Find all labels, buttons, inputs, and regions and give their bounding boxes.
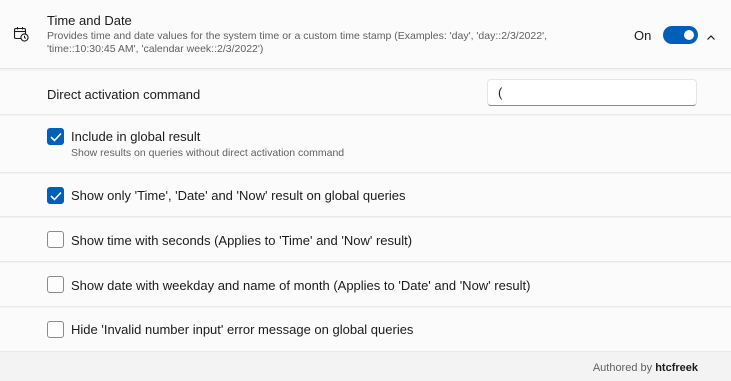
author-credit: Authored by htcfreek	[593, 362, 698, 374]
activation-command-input[interactable]	[487, 79, 697, 106]
only-time-date-now-label: Show only 'Time', 'Date' and 'Now' resul…	[71, 188, 406, 203]
activation-command-row: Direct activation command	[0, 71, 731, 115]
time-seconds-label: Show time with seconds (Applies to 'Time…	[71, 233, 413, 248]
hide-invalid-label: Hide 'Invalid number input' error messag…	[71, 322, 414, 337]
include-global-label: Include in global result	[71, 129, 201, 144]
time-seconds-checkbox[interactable]	[47, 231, 64, 248]
date-weekday-label: Show date with weekday and name of month…	[71, 278, 531, 293]
plugin-title: Time and Date	[47, 13, 132, 28]
calendar-clock-icon	[13, 26, 29, 42]
activation-command-label: Direct activation command	[47, 87, 201, 102]
plugin-header[interactable]: Time and Date Provides time and date val…	[0, 0, 731, 69]
toggle-knob	[684, 30, 694, 40]
option-row-only-time-date-now[interactable]: Show only 'Time', 'Date' and 'Now' resul…	[0, 174, 731, 217]
enable-toggle-label: On	[634, 28, 652, 43]
chevron-up-icon[interactable]	[706, 30, 716, 40]
include-global-sub: Show results on queries without direct a…	[71, 147, 345, 159]
authored-by-prefix: Authored by	[592, 362, 653, 374]
plugin-description: Provides time and date values for the sy…	[47, 30, 547, 55]
hide-invalid-checkbox[interactable]	[47, 321, 64, 338]
author-name[interactable]: htcfreek	[655, 362, 698, 374]
plugin-settings-page: Time and Date Provides time and date val…	[0, 0, 731, 381]
option-row-date-weekday[interactable]: Show date with weekday and name of month…	[0, 263, 731, 307]
option-row-time-seconds[interactable]: Show time with seconds (Applies to 'Time…	[0, 218, 731, 262]
include-global-checkbox[interactable]	[47, 128, 64, 145]
date-weekday-checkbox[interactable]	[47, 276, 64, 293]
plugin-footer: Authored by htcfreek	[0, 353, 731, 381]
only-time-date-now-checkbox[interactable]	[47, 187, 64, 204]
option-row-hide-invalid[interactable]: Hide 'Invalid number input' error messag…	[0, 308, 731, 352]
option-row-include-global[interactable]: Include in global result Show results on…	[0, 116, 731, 173]
enable-toggle[interactable]	[663, 26, 698, 44]
